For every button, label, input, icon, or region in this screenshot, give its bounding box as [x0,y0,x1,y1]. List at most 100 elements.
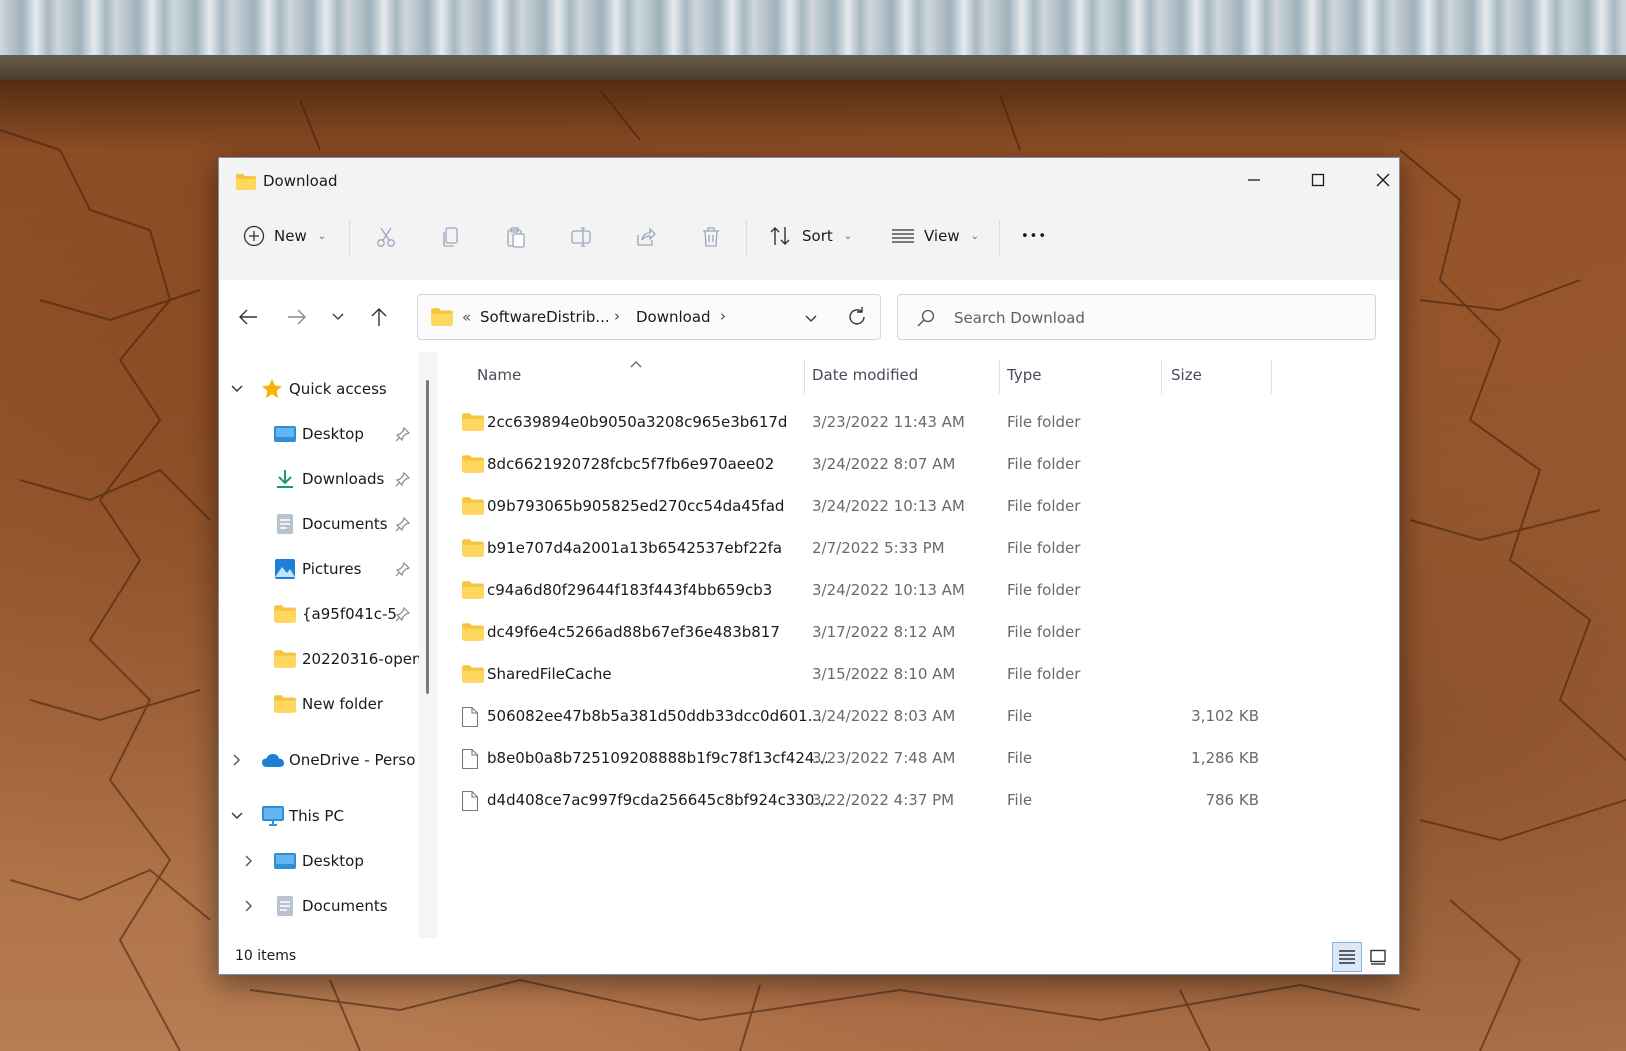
file-row[interactable]: 2cc639894e0b9050a3208c965e3b617d 3/23/202… [443,402,1399,444]
file-row[interactable]: b8e0b0a8b725109208888b1f9c78f13cf424... 3… [443,738,1399,780]
maximize-button[interactable] [1286,158,1350,202]
breadcrumb-softwaredistribution[interactable]: SoftwareDistrib... [480,308,610,326]
chevron-down-icon [805,315,817,322]
sidebar-label: Desktop [302,852,364,870]
file-row[interactable]: SharedFileCache 3/15/2022 8:10 AM File fol… [443,654,1399,696]
sidebar-item-pictures[interactable]: Pictures [219,550,419,588]
copy-button[interactable] [438,224,464,250]
sidebar-label: Desktop [302,425,364,443]
recent-locations-button[interactable] [323,302,353,332]
pin-icon[interactable] [395,561,411,581]
sidebar-label: Documents [302,515,388,533]
column-divider[interactable] [999,360,1000,394]
sidebar-scrollbar-thumb[interactable] [426,380,429,694]
chevron-right-icon[interactable] [230,753,244,767]
pin-icon[interactable] [395,606,411,626]
file-name: SharedFileCache [487,665,612,683]
file-icon [461,706,479,732]
file-row[interactable]: d4d408ce7ac997f9cda256645c8bf924c330... 3… [443,780,1399,822]
pin-icon[interactable] [395,426,411,446]
file-row[interactable]: c94a6d80f29644f183f443f4bb659cb3 3/24/202… [443,570,1399,612]
sidebar-item-guid-folder[interactable]: {a95f041c-5 [219,595,419,633]
forward-button[interactable] [282,302,312,332]
file-name: 8dc6621920728fcbc5f7fb6e970aee02 [487,455,775,473]
folder-icon [461,538,485,562]
column-header-type[interactable]: Type [1007,366,1041,384]
sidebar-item-desktop[interactable]: Desktop [219,415,419,453]
sidebar-item-onedrive[interactable]: OneDrive - Perso [219,741,419,779]
more-options-button[interactable]: ••• [1021,216,1047,256]
back-button[interactable] [233,302,263,332]
refresh-button[interactable] [846,306,868,332]
file-row[interactable]: b91e707d4a2001a13b6542537ebf22fa 2/7/2022… [443,528,1399,570]
close-button[interactable] [1351,158,1399,202]
folder-icon [461,622,485,646]
sidebar-item-downloads[interactable]: Downloads [219,460,419,498]
rename-button[interactable] [568,224,594,250]
maximize-icon [1311,173,1325,187]
sidebar-item-pc-documents[interactable]: Documents [219,887,419,925]
details-view-button[interactable] [1332,942,1362,972]
desktop-icon [273,425,297,447]
view-button[interactable]: View ⌄ [891,216,979,256]
share-button[interactable] [633,224,659,250]
file-row[interactable]: dc49f6e4c5266ad88b67ef36e483b817 3/17/202… [443,612,1399,654]
delete-button[interactable] [698,224,724,250]
sidebar-item-pc-desktop[interactable]: Desktop [219,842,419,880]
breadcrumb-separator[interactable]: › [720,307,726,325]
address-dropdown-button[interactable] [804,309,818,328]
minimize-button[interactable] [1222,158,1286,202]
sidebar-label: Quick access [289,380,387,398]
file-name: d4d408ce7ac997f9cda256645c8bf924c330... [487,791,829,809]
breadcrumb-download[interactable]: Download [636,308,711,326]
arrow-up-icon [371,308,387,326]
breadcrumb-separator[interactable]: › [614,307,620,325]
sidebar-item-new-folder[interactable]: New folder [219,685,419,723]
scissors-icon [377,227,395,247]
sort-icon [770,227,790,245]
pc-icon [261,805,285,831]
up-button[interactable] [364,302,394,332]
chevron-down-icon[interactable] [230,384,244,394]
sidebar-item-documents[interactable]: Documents [219,505,419,543]
column-header-name[interactable]: Name [477,366,521,384]
file-date-modified: 3/15/2022 8:10 AM [812,665,956,683]
sort-button[interactable]: Sort ⌄ [769,216,852,256]
paste-button[interactable] [503,224,529,250]
pin-icon[interactable] [395,471,411,491]
clipboard-icon [507,227,525,248]
column-header-date[interactable]: Date modified [812,366,918,384]
file-row[interactable]: 8dc6621920728fcbc5f7fb6e970aee02 3/24/202… [443,444,1399,486]
sidebar-item-quick-access[interactable]: Quick access [219,370,419,408]
folder-icon [461,496,485,520]
file-row[interactable]: 09b793065b905825ed270cc54da45fad 3/24/202… [443,486,1399,528]
file-row[interactable]: 506082ee47b8b5a381d50ddb33dcc0d601... 3/2… [443,696,1399,738]
minimize-icon [1248,179,1260,181]
file-date-modified: 3/22/2022 4:37 PM [812,791,955,809]
status-bar: 10 items [219,938,1399,974]
column-divider[interactable] [1161,360,1162,394]
chevron-right-icon[interactable] [242,854,256,868]
sidebar-item-20220316-open[interactable]: 20220316-open [219,640,419,678]
file-type: File folder [1007,581,1081,599]
cut-button[interactable] [373,224,399,250]
file-name: b8e0b0a8b725109208888b1f9c78f13cf424... [487,749,829,767]
sidebar-item-this-pc[interactable]: This PC [219,797,419,835]
file-name: 506082ee47b8b5a381d50ddb33dcc0d601... [487,707,823,725]
overflow-crumb[interactable]: « [462,308,471,326]
search-icon [916,308,936,332]
title-bar[interactable]: Download [219,158,1399,202]
chevron-right-icon[interactable] [242,899,256,913]
column-divider[interactable] [804,360,805,394]
pin-icon[interactable] [395,516,411,536]
column-header-size[interactable]: Size [1171,366,1202,384]
address-bar[interactable]: « SoftwareDistrib... › Download › [417,294,881,340]
share-icon [637,227,656,246]
search-box[interactable]: Search Download [897,294,1376,340]
chevron-down-icon[interactable] [230,811,244,821]
folder-icon [461,454,485,478]
large-icons-view-button[interactable] [1363,942,1393,972]
new-button[interactable]: New ⌄ [243,216,326,256]
column-divider[interactable] [1271,360,1272,394]
file-type: File [1007,749,1033,767]
